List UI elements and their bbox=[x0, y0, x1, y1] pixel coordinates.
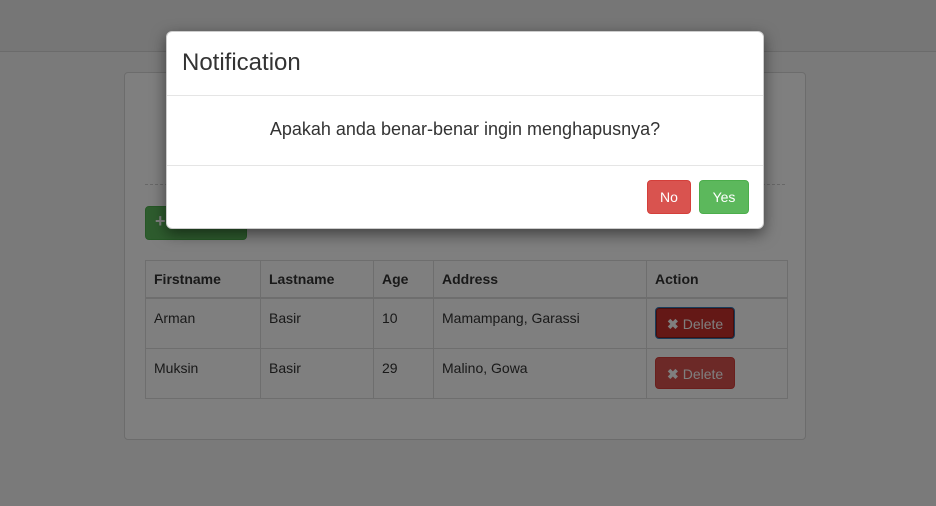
confirm-modal: Notification Apakah anda benar-benar ing… bbox=[166, 31, 764, 229]
page: + Firstname Lastname Age Address Action … bbox=[0, 0, 936, 506]
modal-header: Notification bbox=[167, 32, 763, 96]
yes-button[interactable]: Yes bbox=[699, 180, 749, 214]
modal-footer: No Yes bbox=[167, 166, 763, 228]
modal-title: Notification bbox=[182, 49, 301, 76]
modal-message: Apakah anda benar-benar ingin menghapusn… bbox=[167, 96, 763, 166]
no-button[interactable]: No bbox=[647, 180, 691, 214]
